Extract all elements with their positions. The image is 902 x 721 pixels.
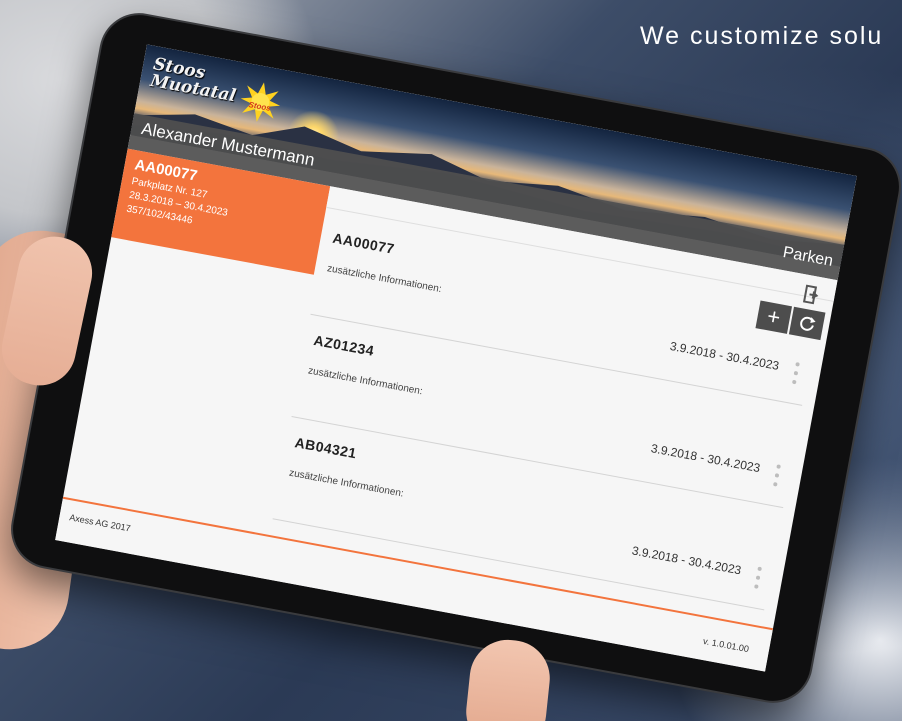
app-screen: Stoos Muotatal Stoos Alexander Musterman…	[55, 44, 857, 672]
company-logo	[650, 0, 902, 10]
section-title: Parken	[781, 243, 835, 270]
copyright-text: Axess AG 2017	[68, 512, 132, 534]
tagline: We customize solu	[640, 22, 884, 50]
more-options-icon[interactable]	[769, 464, 785, 488]
more-options-icon[interactable]	[750, 566, 766, 590]
version-text: v. 1.0.01.00	[702, 635, 750, 655]
more-options-icon[interactable]	[788, 361, 804, 385]
